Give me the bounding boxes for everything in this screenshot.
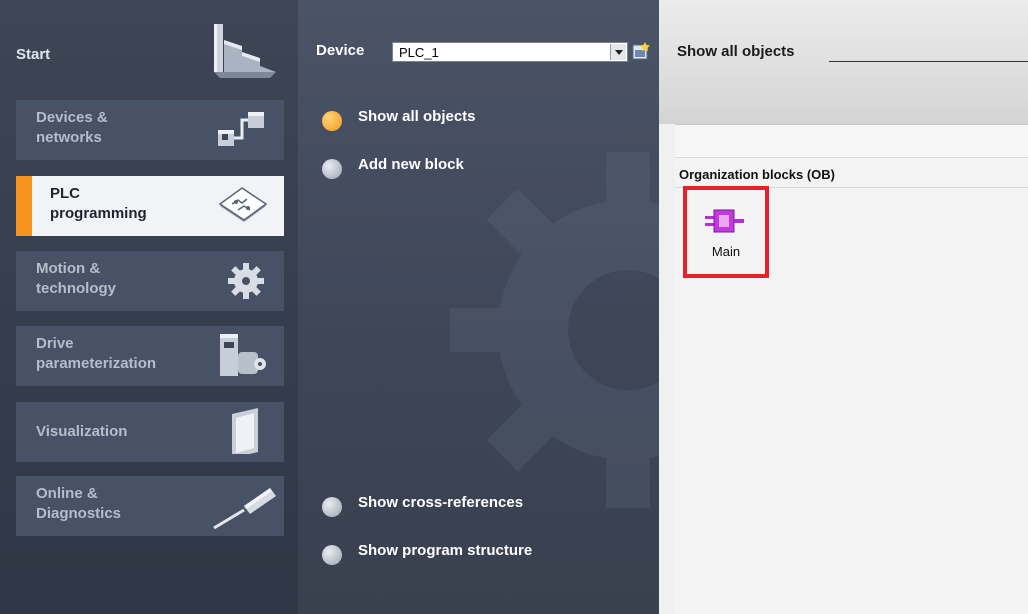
content-header: Show all objects (659, 0, 1028, 124)
nav-item-online-diagnostics[interactable]: Online & Diagnostics (16, 476, 284, 536)
drive-motor-icon (214, 334, 272, 383)
new-device-icon (632, 42, 650, 60)
start-row: Start (0, 10, 298, 88)
device-dropdown[interactable]: PLC_1 (392, 42, 628, 62)
gear-watermark-icon (448, 150, 659, 515)
nav-item-label: technology (36, 280, 117, 297)
nav-item-label: Visualization (36, 423, 128, 440)
main-block-item[interactable]: Main (683, 186, 769, 278)
factory-icon (212, 24, 278, 85)
nav-item-plc-programming[interactable]: PLC programming (16, 176, 284, 236)
objects-area: Organization blocks (OB) Main (675, 158, 1028, 614)
nav-item-label: parameterization (36, 355, 157, 372)
nav-item-label: Devices & (36, 109, 108, 126)
block-name: Main (711, 244, 741, 259)
nav-item-label: Online & (36, 485, 98, 502)
bullet-icon (322, 545, 342, 565)
devices-networks-icon (214, 108, 272, 157)
screwdriver-icon (210, 484, 276, 539)
group-header: Organization blocks (OB) (675, 162, 1028, 188)
bullet-icon (322, 159, 342, 179)
title-divider (829, 61, 1028, 62)
page-title: Show all objects (677, 43, 795, 60)
nav-item-visualization[interactable]: Visualization (16, 402, 284, 462)
bullet-icon (322, 497, 342, 517)
start-label: Start (16, 46, 51, 63)
content-toolbar (675, 124, 1028, 158)
nav-item-label: Drive (36, 335, 74, 352)
add-new-block-label: Add new block (358, 156, 464, 173)
chevron-down-icon[interactable] (610, 44, 626, 60)
ob-block-icon (705, 208, 745, 239)
gear-icon (214, 259, 272, 308)
show-program-structure-label: Show program structure (358, 542, 533, 559)
nav-item-label: PLC (50, 185, 80, 202)
device-label: Device (316, 42, 365, 59)
nav-item-label: networks (36, 129, 102, 146)
group-header-label: Organization blocks (OB) (679, 167, 836, 182)
nav-item-devices-networks[interactable]: Devices & networks (16, 100, 284, 160)
active-indicator (16, 176, 32, 236)
hmi-panel-icon (214, 408, 272, 459)
new-device-button[interactable] (632, 42, 650, 60)
action-panel: Device PLC_1 Show all objects Add new bl… (298, 0, 659, 614)
content-panel: Show all objects Organization blocks (OB… (659, 0, 1028, 614)
active-bullet-icon (322, 111, 342, 131)
show-all-objects-label: Show all objects (358, 108, 476, 125)
nav-item-motion-technology[interactable]: Motion & technology (16, 251, 284, 311)
device-dropdown-value: PLC_1 (399, 45, 439, 60)
nav-item-label: Diagnostics (36, 505, 122, 522)
nav-item-drive-parameterization[interactable]: Drive parameterization (16, 326, 284, 386)
show-cross-references-label: Show cross-references (358, 494, 524, 511)
nav-item-label: programming (50, 205, 147, 222)
nav-item-label: Motion & (36, 260, 101, 277)
plc-programming-icon (214, 184, 272, 233)
portal-nav: Start Devices & networks PLC programming… (0, 0, 298, 614)
